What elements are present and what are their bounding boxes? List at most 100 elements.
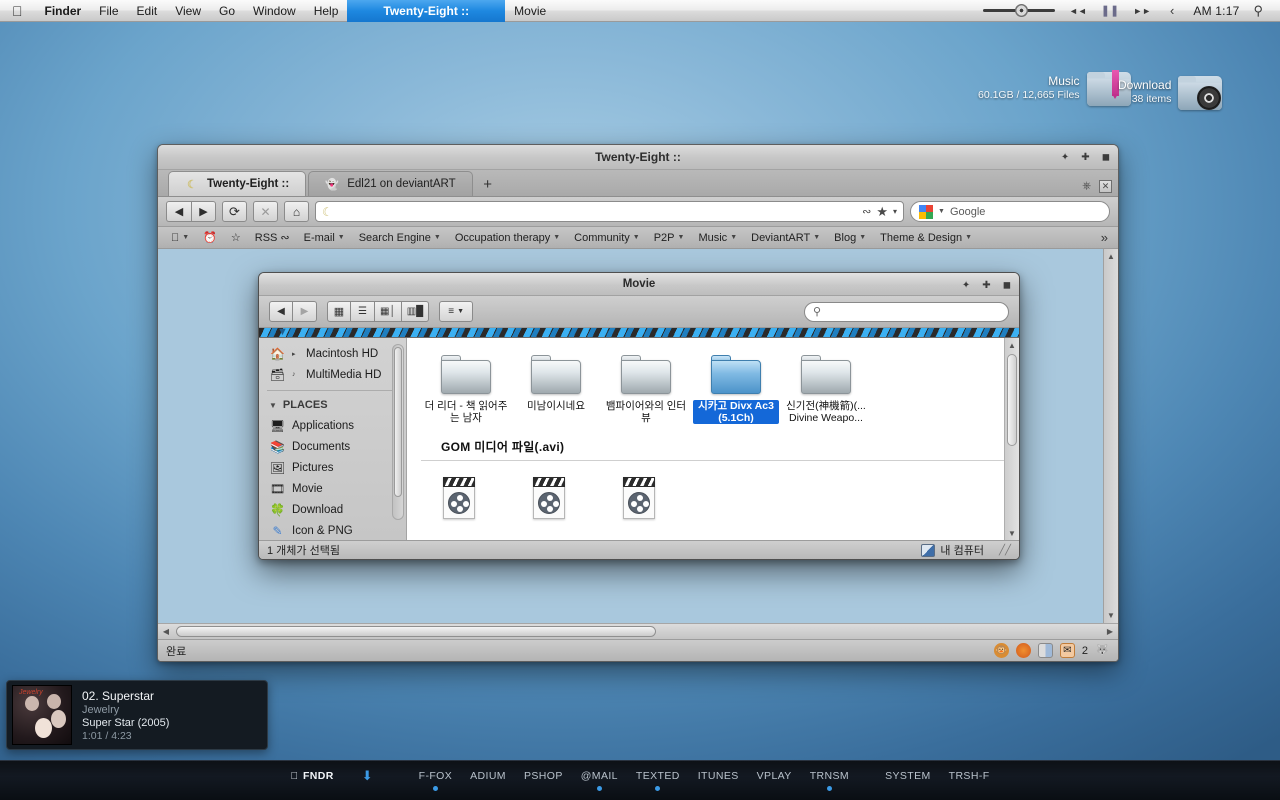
bookmarks-overflow-button[interactable]: »: [1101, 230, 1112, 245]
chevron-down-icon[interactable]: ▼: [938, 208, 945, 215]
dock-item-trash[interactable]: TRSH-F: [940, 770, 999, 791]
menu-item-view[interactable]: View: [166, 0, 210, 22]
finder-folder-item[interactable]: 미남이시네요: [511, 348, 601, 424]
menu-item-window[interactable]: Window: [244, 0, 305, 22]
view-list-mode-button[interactable]: ☰: [351, 301, 375, 322]
scrollbar-thumb[interactable]: [176, 626, 656, 637]
bookmark-email[interactable]: E-mail ▼: [297, 232, 352, 244]
bookmark-favorites[interactable]: ☆: [224, 231, 248, 244]
menu-clock[interactable]: AM 1:17: [1186, 0, 1246, 22]
sidebar-item-pictures[interactable]: 🖼 Pictures: [259, 457, 406, 478]
scrollbar-thumb[interactable]: [1007, 354, 1017, 446]
menu-item-go[interactable]: Go: [210, 0, 244, 22]
bookmark-music[interactable]: Music ▼: [691, 232, 744, 244]
dock-item-mail[interactable]: @MAIL: [572, 770, 627, 791]
scroll-left-icon[interactable]: ◀: [158, 627, 174, 636]
desktop-stack-music[interactable]: Music 60.1GB / 12,665 Files: [978, 68, 1132, 108]
desktop-stack-download[interactable]: Download 38 items: [1118, 72, 1223, 112]
scroll-down-icon[interactable]: ▼: [1104, 608, 1118, 623]
apple-menu-icon[interactable]: : [0, 4, 36, 18]
finder-minimize-button[interactable]: ✦: [962, 280, 970, 291]
bookmark-deviantart[interactable]: DeviantART ▼: [744, 232, 827, 244]
browser-minimize-button[interactable]: ✦: [1061, 152, 1069, 163]
address-bar[interactable]: ☾ ∾ ★ ▾: [315, 201, 904, 222]
dock-item-firefox[interactable]: F-FOX: [410, 770, 462, 791]
back-button[interactable]: ◀: [166, 201, 191, 222]
sidebar-section-places[interactable]: ▼ PLACES: [259, 395, 406, 415]
dock-item-photoshop[interactable]: PSHOP: [515, 770, 572, 791]
disclosure-triangle-icon[interactable]: ▼: [269, 401, 277, 410]
next-track-icon[interactable]: ►►: [1126, 0, 1158, 22]
menu-item-file[interactable]: File: [90, 0, 127, 22]
home-button[interactable]: ⌂: [284, 201, 309, 222]
menu-active-app[interactable]: Twenty-Eight ::: [347, 0, 506, 22]
pause-icon[interactable]: ❚❚: [1094, 0, 1126, 22]
sidebar-item-documents[interactable]: 📚 Documents: [259, 436, 406, 457]
finder-folder-item-selected[interactable]: 시카고 Divx Ac3 (5.1Ch): [691, 348, 781, 424]
menu-secondary-app[interactable]: Movie: [505, 0, 555, 22]
chevron-left-icon[interactable]: ‹: [1158, 0, 1186, 22]
bookmark-occupation-therapy[interactable]: Occupation therapy ▼: [448, 232, 567, 244]
browser-tab-twenty-eight[interactable]: ☾ Twenty-Eight ::: [168, 171, 307, 196]
stop-button[interactable]: ✕: [253, 201, 278, 222]
sidebar-item-download[interactable]: 🍀 Download: [259, 499, 406, 520]
browser-maximize-button[interactable]: ✚: [1081, 152, 1089, 163]
browser-tab-deviantart[interactable]: 👻 Edl21 on deviantART: [308, 171, 473, 196]
dock-item-adium[interactable]: ADIUM: [461, 770, 515, 791]
browser-close-button[interactable]: ◼: [1102, 152, 1110, 163]
panel-icon[interactable]: [1037, 643, 1053, 658]
previous-track-icon[interactable]: ◄◄: [1062, 0, 1094, 22]
scroll-up-icon[interactable]: ▲: [1005, 338, 1019, 352]
finder-search-input[interactable]: ⚲: [804, 301, 1009, 322]
firefox-icon[interactable]: [1015, 643, 1031, 658]
resize-grip-icon[interactable]: ╱╱: [999, 545, 1011, 556]
finder-media-item[interactable]: [601, 471, 691, 523]
download-folder-icon[interactable]: [1177, 72, 1223, 112]
dock-item-transmission[interactable]: TRNSM: [801, 770, 858, 791]
finder-vertical-scrollbar[interactable]: ▲ ▼: [1004, 338, 1019, 540]
menu-item-help[interactable]: Help: [305, 0, 348, 22]
dock-item-downloads[interactable]: ⬇: [343, 768, 392, 793]
disclosure-triangle-icon[interactable]: ▸: [292, 350, 300, 358]
search-bar[interactable]: ▼ Google: [910, 201, 1110, 222]
bookmark-rss[interactable]: RSS ∾: [248, 231, 297, 245]
dock-item-finder[interactable]:  FNDR: [281, 770, 342, 791]
view-column-mode-button[interactable]: ▦│: [375, 301, 402, 322]
finder-folder-item[interactable]: 더 리더 - 책 읽어주는 남자: [421, 348, 511, 424]
tab-list-icon[interactable]: ⎈: [1082, 180, 1091, 193]
sidebar-item-macintosh-hd[interactable]: 🏠 ▸ Macintosh HD: [259, 343, 406, 364]
bookmark-theme-design[interactable]: Theme & Design ▼: [873, 232, 979, 244]
rss-icon[interactable]: ∾: [862, 205, 871, 218]
browser-vertical-scrollbar[interactable]: ▲ ▼: [1103, 249, 1118, 623]
sidebar-scrollbar[interactable]: [392, 344, 404, 520]
new-tab-button[interactable]: +: [475, 173, 501, 196]
mail-icon[interactable]: ✉: [1059, 643, 1075, 658]
finder-title-bar[interactable]: Movie ✦ ✚ ◼: [259, 273, 1019, 296]
dock-item-textedit[interactable]: TEXTED: [627, 770, 689, 791]
finder-close-button[interactable]: ◼: [1003, 280, 1011, 291]
monkey-icon[interactable]: 🐵: [993, 643, 1009, 658]
volume-slider[interactable]: [976, 0, 1062, 22]
view-coverflow-mode-button[interactable]: ▥█: [401, 301, 430, 322]
view-icon-mode-button[interactable]: ▦: [327, 301, 351, 322]
bookmark-p2p[interactable]: P2P ▼: [647, 232, 692, 244]
browser-horizontal-scrollbar[interactable]: ◀ ▶: [158, 623, 1118, 639]
finder-media-item[interactable]: [511, 471, 601, 523]
action-menu-button[interactable]: ≡ ▼: [439, 301, 474, 322]
sidebar-item-movie[interactable]: 🎞 Movie: [259, 478, 406, 499]
finder-media-item[interactable]: [421, 471, 511, 523]
fox-icon[interactable]: 🐺: [1095, 643, 1110, 658]
bookmark-apple[interactable]: ▼: [164, 232, 196, 244]
bookmark-history[interactable]: ⏰: [196, 231, 224, 244]
chevron-down-icon[interactable]: ▾: [893, 207, 897, 216]
forward-button[interactable]: ▶: [191, 201, 216, 222]
menu-item-edit[interactable]: Edit: [128, 0, 167, 22]
spotlight-search-icon[interactable]: ⚲: [1246, 0, 1270, 22]
bookmark-star-icon[interactable]: ★: [876, 204, 888, 220]
bookmark-search-engine[interactable]: Search Engine ▼: [352, 232, 448, 244]
finder-folder-item[interactable]: 신기전(神機箭)(... Divine Weapo...: [781, 348, 871, 424]
sidebar-item-multimedia-hd[interactable]: 🗃 ♪ MultiMedia HD: [259, 364, 406, 385]
menu-item-finder[interactable]: Finder: [36, 0, 91, 22]
scroll-up-icon[interactable]: ▲: [1104, 249, 1118, 264]
finder-forward-button[interactable]: ▶: [293, 301, 317, 322]
